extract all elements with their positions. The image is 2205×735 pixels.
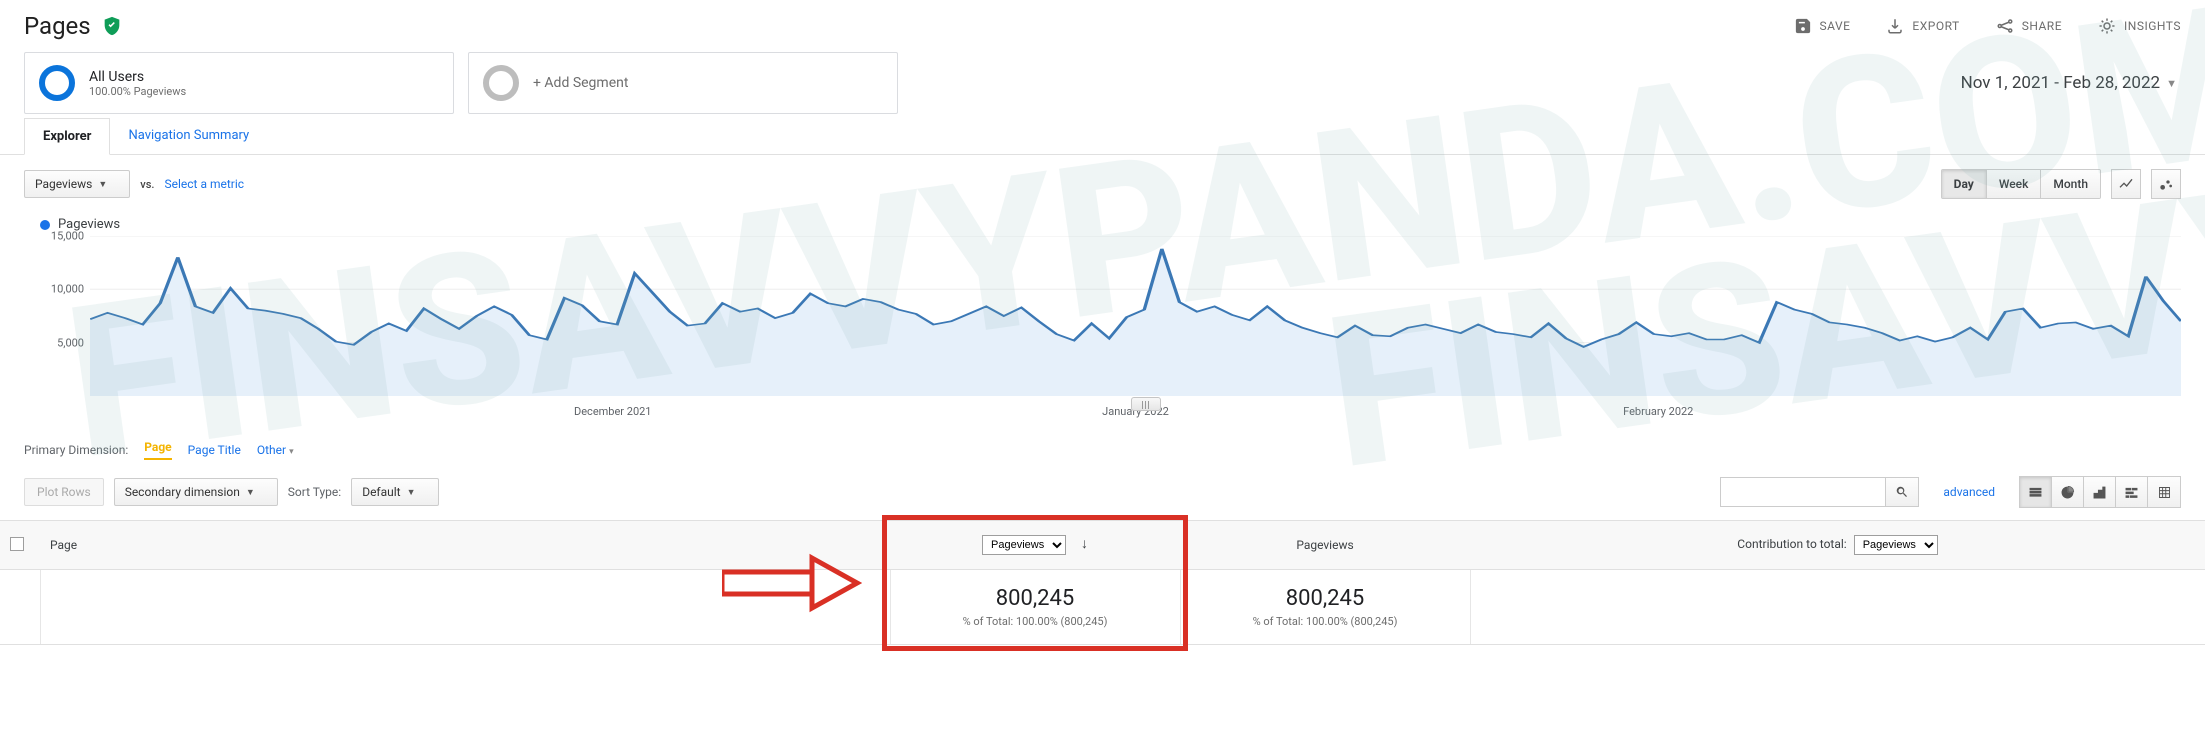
select-metric-link[interactable]: Select a metric: [164, 177, 244, 191]
segment-circle-icon: [483, 65, 519, 101]
total-pageviews-value: 800,245: [901, 586, 1170, 611]
caret-down-icon: ▼: [407, 487, 416, 498]
add-segment-label: + Add Segment: [533, 75, 628, 91]
segment-all-users[interactable]: All Users 100.00% Pageviews: [24, 52, 454, 114]
caret-down-icon: ▼: [2166, 77, 2177, 90]
date-range-label: Nov 1, 2021 - Feb 28, 2022: [1961, 73, 2161, 93]
pageviews-metric-select[interactable]: Pageviews: [982, 535, 1066, 555]
total-pageviews-sub: % of Total: 100.00% (800,245): [901, 615, 1170, 628]
segment-circle-icon: [39, 65, 75, 101]
dimension-page[interactable]: Page: [144, 440, 171, 460]
y-tick: 10,000: [51, 283, 84, 296]
tab-explorer[interactable]: Explorer: [24, 118, 110, 155]
view-performance-button[interactable]: [2084, 477, 2116, 507]
add-segment-button[interactable]: + Add Segment: [468, 52, 898, 114]
sort-type-select[interactable]: Default ▼: [351, 478, 438, 506]
save-button[interactable]: SAVE: [1794, 17, 1851, 35]
granularity-week[interactable]: Week: [1987, 170, 2042, 198]
dimension-other-label: Other: [257, 443, 286, 457]
segment-title: All Users: [89, 69, 186, 85]
y-tick: 15,000: [51, 230, 84, 243]
caret-down-icon: ▼: [98, 179, 107, 190]
dimension-page-title[interactable]: Page Title: [188, 443, 241, 457]
pageviews-chart: 5,00010,00015,000: [40, 236, 2181, 396]
granularity-day[interactable]: Day: [1942, 170, 1987, 198]
view-table-button[interactable]: [2020, 477, 2052, 507]
insights-icon: [2098, 17, 2116, 35]
table-total-row: 800,245 % of Total: 100.00% (800,245) 80…: [0, 570, 2205, 645]
granularity-toggle: Day Week Month: [1941, 169, 2101, 199]
primary-metric-select[interactable]: Pageviews ▼: [24, 170, 130, 198]
primary-dimension-label: Primary Dimension:: [24, 443, 128, 457]
vs-label: vs.: [140, 178, 154, 191]
dimension-other[interactable]: Other ▾: [257, 443, 294, 457]
total-pageviews-value-2: 800,245: [1191, 586, 1460, 611]
segment-subtitle: 100.00% Pageviews: [89, 85, 186, 98]
view-pivot-button[interactable]: [2148, 477, 2180, 507]
page-title: Pages: [24, 12, 91, 40]
insights-label: INSIGHTS: [2124, 19, 2181, 33]
insights-button[interactable]: INSIGHTS: [2098, 17, 2181, 35]
share-label: SHARE: [2022, 19, 2062, 33]
export-label: EXPORT: [1912, 19, 1959, 33]
legend-dot-icon: [40, 220, 50, 230]
y-tick: 5,000: [57, 336, 84, 349]
column-pageviews[interactable]: Pageviews: [1180, 521, 1470, 570]
date-range-picker[interactable]: Nov 1, 2021 - Feb 28, 2022 ▼: [1961, 52, 2181, 114]
verified-shield-icon: [101, 15, 123, 37]
export-icon: [1886, 17, 1904, 35]
chart-type-motion-button[interactable]: [2151, 169, 2181, 199]
total-pageviews-sub-2: % of Total: 100.00% (800,245): [1191, 615, 1460, 628]
chart-scroll-handle[interactable]: [1131, 397, 1161, 411]
caret-down-icon: ▼: [246, 487, 255, 498]
select-all-checkbox[interactable]: [10, 537, 24, 551]
secondary-dimension-select[interactable]: Secondary dimension ▼: [114, 478, 278, 506]
sort-desc-icon: ↓: [1081, 536, 1088, 552]
tab-navigation-summary[interactable]: Navigation Summary: [110, 118, 267, 154]
view-pie-button[interactable]: [2052, 477, 2084, 507]
plot-rows-button: Plot Rows: [24, 478, 104, 506]
save-label: SAVE: [1820, 19, 1851, 33]
column-contribution[interactable]: Contribution to total: Pageviews: [1470, 521, 2205, 570]
save-icon: [1794, 17, 1812, 35]
x-tick: December 2021: [574, 405, 651, 418]
primary-metric-select-label: Pageviews: [35, 177, 92, 191]
share-button[interactable]: SHARE: [1996, 17, 2062, 35]
sort-type-label: Sort Type:: [288, 485, 341, 499]
advanced-filter-link[interactable]: advanced: [1943, 485, 1995, 499]
granularity-month[interactable]: Month: [2041, 170, 2100, 198]
column-page[interactable]: Page: [40, 521, 890, 570]
contribution-metric-select[interactable]: Pageviews: [1854, 535, 1938, 555]
share-icon: [1996, 17, 2014, 35]
sort-type-value: Default: [362, 485, 400, 499]
x-tick: February 2022: [1623, 405, 1693, 418]
view-comparison-button[interactable]: [2116, 477, 2148, 507]
chart-type-line-button[interactable]: [2111, 169, 2141, 199]
caret-down-icon: ▾: [289, 447, 294, 457]
secondary-dimension-label: Secondary dimension: [125, 485, 240, 499]
export-button[interactable]: EXPORT: [1886, 17, 1959, 35]
chart-x-axis: December 2021January 2022February 2022: [90, 396, 2181, 418]
table-search-input[interactable]: [1720, 477, 1885, 507]
search-icon: [1895, 485, 1909, 499]
column-pageviews-sortable[interactable]: Pageviews ↓: [890, 521, 1180, 570]
table-search-button[interactable]: [1885, 477, 1919, 507]
column-contribution-label: Contribution to total:: [1737, 537, 1846, 551]
